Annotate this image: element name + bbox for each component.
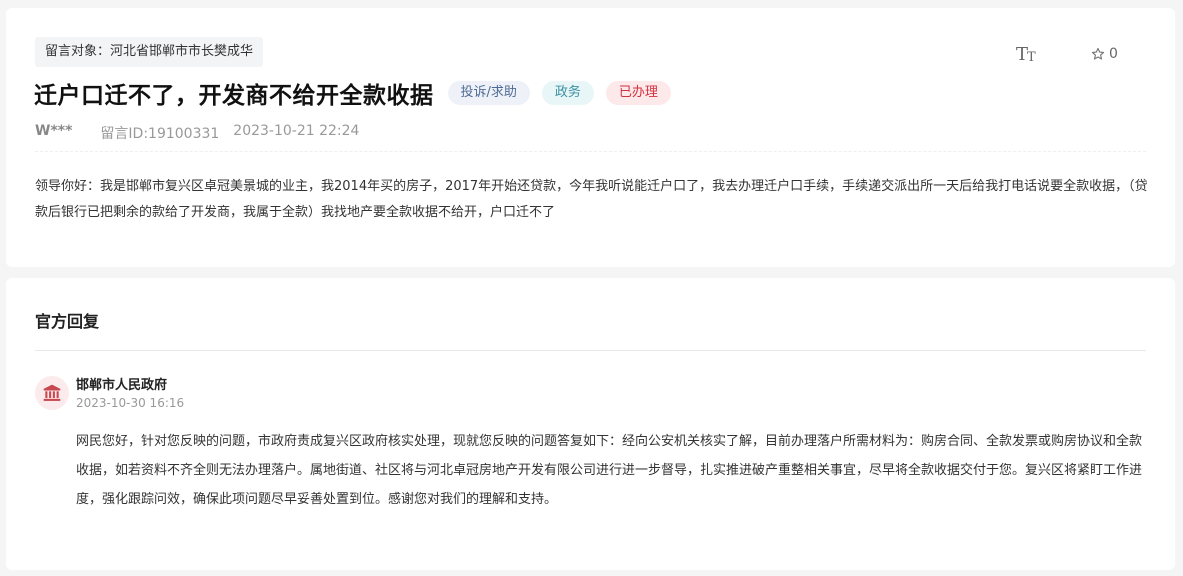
star-outline-icon [1091, 47, 1105, 60]
message-id: 留言ID:19100331 [100, 126, 220, 142]
message-target-label: 留言对象：河北省邯郸市市长樊成华 [35, 37, 264, 67]
title-row: 迁户口迁不了，开发商不给开全款收据 投诉/求助 政务 已办理 [34, 76, 671, 110]
message-content: 领导你好：我是邯郸市复兴区卓冠美景城的业主，我2014年买的房子，2017年开始… [35, 179, 1148, 220]
official-reply-card: 官方回复 邯郸市人民政府 2023-10-30 16:16 网民您好，针对您反映… [6, 278, 1175, 570]
author-name: W*** [35, 123, 73, 139]
message-title: 迁户口迁不了，开发商不给开全款收据 [34, 83, 434, 109]
meta-divider [35, 151, 1146, 152]
responder-name: 邯郸市人民政府 [76, 378, 168, 393]
reply-heading: 官方回复 [35, 312, 100, 331]
reply-content: 网民您好，针对您反映的问题，市政府责成复兴区政府核实处理，现就您反映的问题答复如… [76, 434, 1143, 507]
font-size-toggle-button[interactable]: T T [1016, 42, 1040, 65]
type-tag: 投诉/求助 [447, 81, 530, 105]
status-badge: 已办理 [605, 81, 671, 105]
reply-divider [35, 350, 1146, 351]
message-timestamp: 2023-10-21 22:24 [233, 123, 360, 139]
message-meta: W*** 留言ID:19100331 2023-10-21 22:24 [35, 123, 359, 143]
font-size-icon-small: T [1027, 50, 1036, 65]
government-building-icon [35, 376, 69, 410]
favorite-button[interactable]: 0 [1091, 44, 1118, 64]
domain-tag: 政务 [541, 81, 594, 105]
favorite-count: 0 [1109, 46, 1118, 62]
message-card: 留言对象：河北省邯郸市市长樊成华 T T 0 迁户口迁不了，开发商不给开全款收据… [6, 8, 1175, 267]
reply-timestamp: 2023-10-30 16:16 [76, 396, 185, 410]
